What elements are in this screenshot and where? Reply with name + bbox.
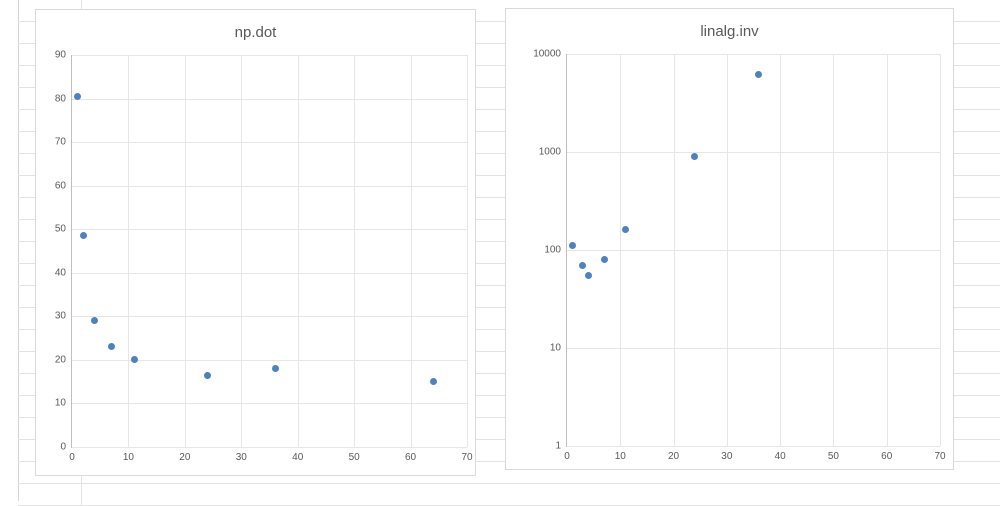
data-point	[622, 226, 629, 233]
gridline	[833, 54, 834, 446]
data-point	[755, 71, 762, 78]
data-point	[131, 356, 138, 363]
y-tick-label: 10	[511, 343, 561, 354]
data-point	[579, 262, 586, 269]
gridline	[72, 99, 467, 100]
gridline	[567, 54, 940, 55]
x-tick-label: 30	[721, 451, 732, 462]
gridline	[72, 403, 467, 404]
gridline	[780, 54, 781, 446]
y-tick-label: 40	[16, 267, 66, 278]
y-tick-label: 10000	[511, 49, 561, 60]
y-tick-label: 30	[16, 311, 66, 322]
x-tick-label: 0	[564, 451, 570, 462]
x-tick-label: 0	[69, 452, 75, 463]
gridline	[620, 54, 621, 446]
gridline	[567, 152, 940, 153]
gridline	[411, 55, 412, 447]
data-point	[585, 272, 592, 279]
y-tick-label: 1	[511, 441, 561, 452]
gridline	[185, 55, 186, 447]
x-tick-label: 40	[775, 451, 786, 462]
chart-title: np.dot	[36, 24, 475, 41]
x-tick-label: 50	[349, 452, 360, 463]
gridline	[241, 55, 242, 447]
gridline	[72, 142, 467, 143]
gridline	[354, 55, 355, 447]
data-point	[569, 242, 576, 249]
gridline	[72, 447, 467, 448]
data-point	[430, 378, 437, 385]
gridline	[674, 54, 675, 446]
chart-title: linalg.inv	[506, 23, 953, 40]
gridline	[72, 273, 467, 274]
gridline	[72, 229, 467, 230]
gridline	[567, 446, 940, 447]
gridline	[72, 186, 467, 187]
y-tick-label: 60	[16, 180, 66, 191]
y-tick-label: 1000	[511, 147, 561, 158]
y-tick-label: 100	[511, 245, 561, 256]
y-tick-label: 50	[16, 224, 66, 235]
gridline	[567, 348, 940, 349]
x-tick-label: 30	[236, 452, 247, 463]
gridline	[128, 55, 129, 447]
row-header-strip	[0, 0, 19, 501]
grid-cell	[18, 484, 82, 505]
data-point	[601, 256, 608, 263]
x-tick-label: 60	[881, 451, 892, 462]
data-point	[108, 343, 115, 350]
chart-linalg-inv: linalg.inv 11010010001000001020304050607…	[505, 8, 954, 470]
gridline	[887, 54, 888, 446]
plot-area: 0102030405060708090010203040506070	[71, 55, 467, 448]
x-tick-label: 40	[292, 452, 303, 463]
x-tick-label: 60	[405, 452, 416, 463]
y-tick-label: 20	[16, 354, 66, 365]
gridline	[72, 55, 467, 56]
y-tick-label: 90	[16, 50, 66, 61]
y-tick-label: 70	[16, 137, 66, 148]
gridline	[72, 316, 467, 317]
data-point	[74, 93, 81, 100]
x-tick-label: 70	[461, 452, 472, 463]
x-tick-label: 20	[179, 452, 190, 463]
x-tick-label: 10	[615, 451, 626, 462]
x-tick-label: 70	[934, 451, 945, 462]
y-tick-label: 80	[16, 93, 66, 104]
data-point	[272, 365, 279, 372]
x-tick-label: 10	[123, 452, 134, 463]
x-tick-label: 50	[828, 451, 839, 462]
data-point	[91, 317, 98, 324]
data-point	[80, 232, 87, 239]
plot-area: 110100100010000010203040506070	[566, 54, 940, 447]
gridline	[940, 54, 941, 446]
gridline	[567, 250, 940, 251]
gridline	[467, 55, 468, 447]
data-point	[691, 153, 698, 160]
chart-np-dot: np.dot 010203040506070809001020304050607…	[35, 9, 476, 476]
y-tick-label: 10	[16, 398, 66, 409]
gridline	[298, 55, 299, 447]
gridline	[727, 54, 728, 446]
data-point	[204, 372, 211, 379]
x-tick-label: 20	[668, 451, 679, 462]
grid-row	[18, 484, 1000, 506]
y-tick-label: 0	[16, 442, 66, 453]
